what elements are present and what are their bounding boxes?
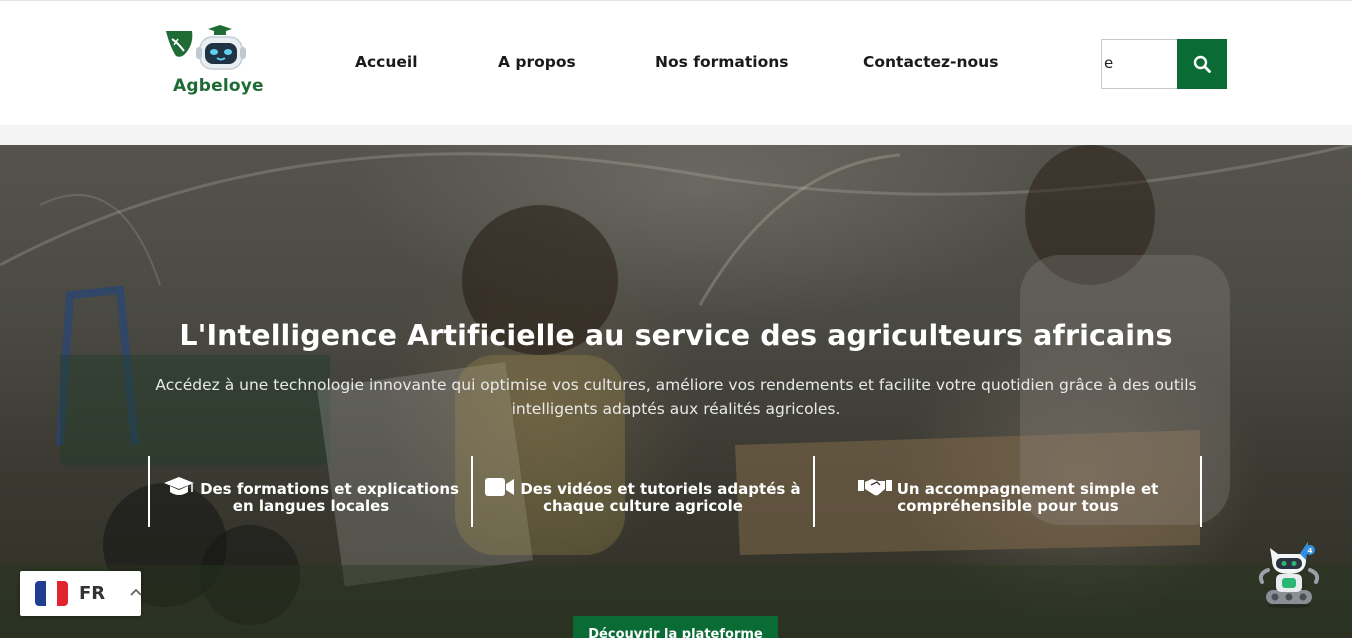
hero-title: L'Intelligence Artificielle au service d… <box>179 319 1173 352</box>
feature-item-accompagnement: Un accompagnement simple et compréhensib… <box>817 477 1199 515</box>
feature-item-formations: Des formations et explications en langue… <box>152 477 470 515</box>
feature-divider <box>148 456 150 527</box>
hero-subtitle: Accédez à une technologie innovante qui … <box>155 376 1197 418</box>
robot-chatbot-icon: 4 <box>1258 542 1320 608</box>
robot-leaf-logo-icon <box>166 25 246 70</box>
graduation-cap-icon <box>164 477 195 495</box>
handshake-icon <box>857 479 892 496</box>
language-code: FR <box>79 583 106 604</box>
chevron-up-icon <box>130 588 142 596</box>
nav-item-nos-formations[interactable]: Nos formations <box>655 53 789 71</box>
search-icon <box>1193 55 1211 73</box>
header-divider-band <box>0 125 1352 145</box>
feature-line-2: en langues locales <box>232 497 390 515</box>
language-switcher[interactable]: FR <box>20 571 142 616</box>
feature-line-1: Un accompagnement simple et <box>896 480 1159 498</box>
feature-divider <box>471 456 473 527</box>
nav-item-contactez-nous[interactable]: Contactez-nous <box>863 53 998 71</box>
hero-section: L'Intelligence Artificielle au service d… <box>0 145 1352 638</box>
svg-text:4: 4 <box>1308 547 1313 555</box>
site-header: Agbeloye Accueil A propos Nos formations… <box>0 0 1352 125</box>
feature-item-videos: Des vidéos et tutoriels adaptés à chaque… <box>475 477 811 515</box>
feature-line-2: chaque culture agricole <box>543 497 743 515</box>
nav-item-accueil[interactable]: Accueil <box>355 53 418 71</box>
feature-line-2: compréhensible pour tous <box>897 497 1119 515</box>
search-button[interactable] <box>1177 39 1227 89</box>
brand-name: Agbeloye <box>173 76 264 96</box>
feature-divider <box>813 456 815 527</box>
feature-divider <box>1200 456 1202 527</box>
france-flag-icon <box>35 581 68 606</box>
video-camera-icon <box>485 478 515 496</box>
search-input[interactable]: e <box>1101 39 1177 89</box>
discover-platform-button[interactable]: Découvrir la plateforme <box>573 616 778 638</box>
chatbot-launcher[interactable]: 4 <box>1256 540 1322 608</box>
brand-logo[interactable]: Agbeloye <box>162 25 264 101</box>
nav-item-a-propos[interactable]: A propos <box>498 53 576 71</box>
feature-line-1: Des vidéos et tutoriels adaptés à <box>520 480 801 498</box>
feature-line-1: Des formations et explications <box>200 480 459 498</box>
